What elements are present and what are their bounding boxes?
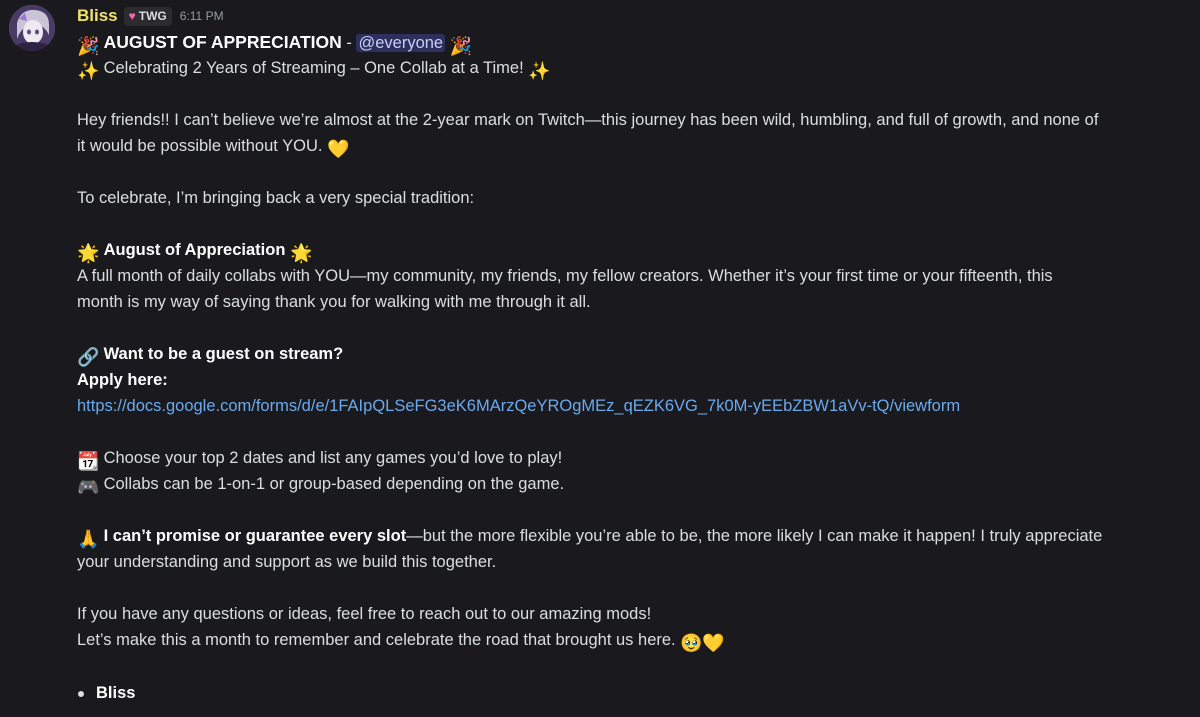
heart-icon: ♥: [128, 9, 136, 23]
section-title-line: 🌟 August of Appreciation 🌟: [77, 237, 1197, 263]
guest-heading-line: 🔗 Want to be a guest on stream?: [77, 341, 1197, 367]
sun-icon: 🌟: [290, 243, 313, 263]
subtitle-text: Celebrating 2 Years of Streaming – One C…: [103, 59, 524, 77]
apply-link-line: https://docs.google.com/forms/d/e/1FAIpQ…: [77, 393, 1197, 419]
paragraph-line: A full month of daily collabs with YOU—m…: [77, 267, 1053, 285]
paragraph-line: To celebrate, I’m bringing back a very s…: [77, 189, 475, 207]
paragraph-text: it would be possible without YOU.: [77, 137, 323, 155]
subtitle-line: ✨ Celebrating 2 Years of Streaming – One…: [77, 55, 1197, 81]
section-title: August of Appreciation: [103, 241, 286, 259]
sun-icon: 🌟: [77, 243, 100, 263]
promise-line-2: your understanding and support as we bui…: [77, 553, 497, 571]
bullet-dot: [78, 690, 84, 697]
promise-text: —but the more flexible you’re able to be…: [406, 527, 1103, 545]
paragraph-line: it would be possible without YOU. 💛: [77, 133, 1197, 159]
avatar[interactable]: [9, 5, 55, 51]
closing-text: Let’s make this a month to remember and …: [77, 631, 676, 649]
yellow-heart-icon: 💛: [702, 633, 725, 653]
party-popper-icon: 🎉: [449, 36, 473, 56]
bullet-list: Bliss: [77, 684, 135, 703]
paragraph-line: Hey friends!! I can’t believe we’re almo…: [77, 111, 1099, 129]
apply-label: Apply here:: [77, 371, 168, 389]
gamepad-icon: 🎮: [77, 477, 100, 497]
guest-heading: Want to be a guest on stream?: [103, 345, 344, 363]
timestamp[interactable]: 6:11 PM: [180, 9, 224, 23]
questions-line: If you have any questions or ideas, feel…: [77, 605, 652, 623]
chat-message: Bliss ♥ TWG 6:11 PM 🎉 AUGUST OF APPRECIA…: [0, 0, 1200, 717]
promise-bold-text: I can’t promise or guarantee every slot: [103, 527, 407, 545]
link-icon: 🔗: [77, 347, 100, 367]
role-tag[interactable]: ♥ TWG: [123, 6, 172, 26]
promise-line: 🙏 I can’t promise or guarantee every slo…: [77, 523, 1197, 549]
sparkles-icon: ✨: [77, 61, 100, 81]
everyone-mention[interactable]: @everyone: [356, 34, 446, 52]
folded-hands-icon: 🙏: [77, 529, 100, 549]
collab-line: 🎮 Collabs can be 1-on-1 or group-based d…: [77, 471, 1197, 497]
dates-text: Choose your top 2 dates and list any gam…: [103, 449, 563, 467]
list-item: Bliss: [96, 684, 136, 702]
title-separator: -: [341, 34, 357, 52]
apply-label-line: Apply here:: [77, 367, 1197, 393]
pleading-face-icon: 🥹: [680, 633, 703, 653]
author-name[interactable]: Bliss: [77, 6, 118, 26]
message-content: 🎉 AUGUST OF APPRECIATION - @everyone 🎉 ✨…: [77, 29, 1197, 653]
yellow-heart-icon: 💛: [327, 139, 350, 159]
message-header: Bliss ♥ TWG 6:11 PM: [77, 5, 224, 27]
title-line: 🎉 AUGUST OF APPRECIATION - @everyone 🎉: [77, 29, 1197, 56]
collab-text: Collabs can be 1-on-1 or group-based dep…: [103, 475, 565, 493]
dates-line: 📆 Choose your top 2 dates and list any g…: [77, 445, 1197, 471]
calendar-icon: 📆: [77, 451, 100, 471]
party-popper-icon: 🎉: [77, 36, 100, 56]
closing-line: Let’s make this a month to remember and …: [77, 627, 1197, 653]
sparkles-icon: ✨: [528, 61, 551, 81]
message-title: AUGUST OF APPRECIATION: [103, 32, 342, 52]
paragraph-line: month is my way of saying thank you for …: [77, 293, 591, 311]
apply-form-link[interactable]: https://docs.google.com/forms/d/e/1FAIpQ…: [77, 397, 960, 415]
role-tag-label: TWG: [138, 9, 167, 23]
